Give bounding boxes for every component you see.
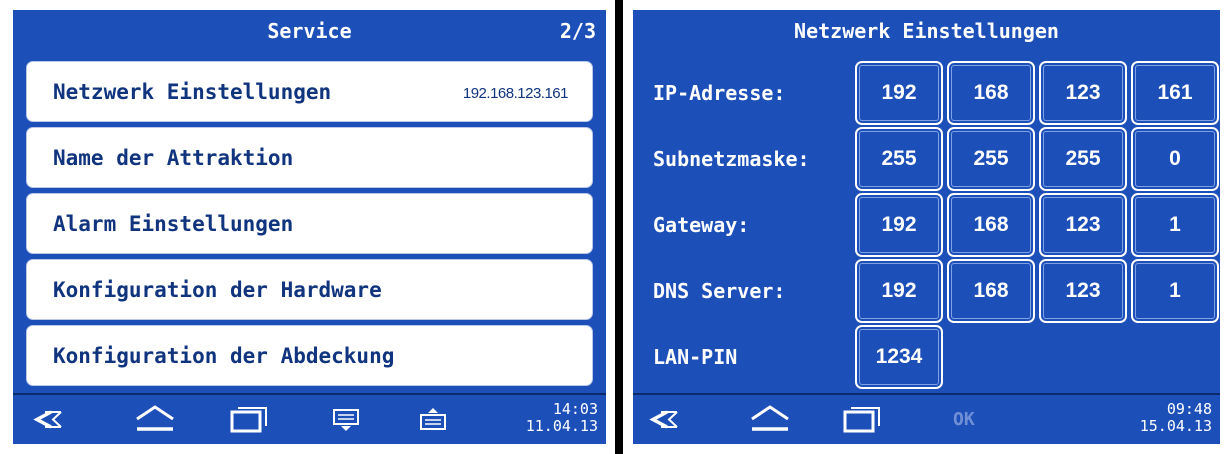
menu-item-alarm-settings[interactable]: Alarm Einstellungen [26,193,593,254]
clock-time: 09:48 [1166,400,1212,418]
ip-address-label: IP-Adresse: [653,81,786,105]
clock-time: 14:03 [552,400,598,418]
menu-item-cover-config[interactable]: Konfiguration der Abdeckung [26,325,593,386]
menu-item-label: Konfiguration der Abdeckung [53,344,395,368]
navigation-bar: OK 09:48 15.04.13 [633,393,1220,444]
clock: 14:03 11.04.13 [526,401,598,435]
dns-octet-2[interactable]: 168 [947,259,1035,323]
subnet-octet-3[interactable]: 255 [1039,127,1127,191]
keyboard-down-icon[interactable] [328,395,364,444]
page-indicator: 2/3 [559,19,596,43]
service-panel: Service 2/3 Netzwerk Einstellungen 192.1… [13,10,606,444]
screen-divider [615,0,623,454]
windows-icon[interactable] [838,395,886,444]
gateway-octet-2[interactable]: 168 [947,193,1035,257]
clock-date: 11.04.13 [525,417,598,435]
dns-octet-3[interactable]: 123 [1039,259,1127,323]
menu-item-label: Alarm Einstellungen [53,212,294,236]
gateway-octet-3[interactable]: 123 [1039,193,1127,257]
page-title: Netzwerk Einstellungen [794,19,1059,43]
left-screen: Service 2/3 Netzwerk Einstellungen 192.1… [0,0,615,454]
clock-date: 15.04.13 [1139,417,1212,435]
ip-octet-3[interactable]: 123 [1039,61,1127,125]
gateway-octet-1[interactable]: 192 [855,193,943,257]
network-header: Netzwerk Einstellungen [633,10,1220,52]
service-header: Service 2/3 [13,10,606,52]
gateway-label: Gateway: [653,213,750,237]
back-icon[interactable] [29,395,69,444]
clock: 09:48 15.04.13 [1140,401,1212,435]
subnet-mask-label: Subnetzmaske: [653,147,810,171]
lan-pin-field[interactable]: 1234 [855,325,943,389]
network-settings-grid: IP-Adresse: 192 168 123 161 Subnetzmaske… [633,52,1220,395]
service-menu: Netzwerk Einstellungen 192.168.123.161 N… [13,52,606,395]
back-icon[interactable] [645,395,685,444]
gateway-octet-4[interactable]: 1 [1131,193,1219,257]
windows-icon[interactable] [225,395,273,444]
ok-button[interactable]: OK [953,395,975,444]
subnet-octet-2[interactable]: 255 [947,127,1035,191]
keyboard-up-icon[interactable] [415,395,451,444]
menu-item-label: Netzwerk Einstellungen [53,80,332,104]
network-settings-panel: Netzwerk Einstellungen IP-Adresse: 192 1… [633,10,1220,444]
dns-octet-4[interactable]: 1 [1131,259,1219,323]
dns-server-label: DNS Server: [653,279,786,303]
dns-octet-1[interactable]: 192 [855,259,943,323]
ip-address-value: 192.168.123.161 [462,85,569,102]
menu-item-hardware-config[interactable]: Konfiguration der Hardware [26,259,593,320]
page-title: Service [267,19,352,43]
menu-item-attraction-name[interactable]: Name der Attraktion [26,127,593,188]
menu-item-label: Name der Attraktion [53,146,294,170]
home-icon[interactable] [131,395,179,444]
navigation-bar: 14:03 11.04.13 [13,393,606,444]
home-icon[interactable] [746,395,794,444]
ip-octet-4[interactable]: 161 [1131,61,1219,125]
menu-item-network-settings[interactable]: Netzwerk Einstellungen 192.168.123.161 [26,61,593,122]
ip-octet-2[interactable]: 168 [947,61,1035,125]
ip-octet-1[interactable]: 192 [855,61,943,125]
menu-item-label: Konfiguration der Hardware [53,278,382,302]
lan-pin-label: LAN-PIN [653,345,738,369]
subnet-octet-1[interactable]: 255 [855,127,943,191]
subnet-octet-4[interactable]: 0 [1131,127,1219,191]
right-screen: Netzwerk Einstellungen IP-Adresse: 192 1… [623,0,1231,454]
